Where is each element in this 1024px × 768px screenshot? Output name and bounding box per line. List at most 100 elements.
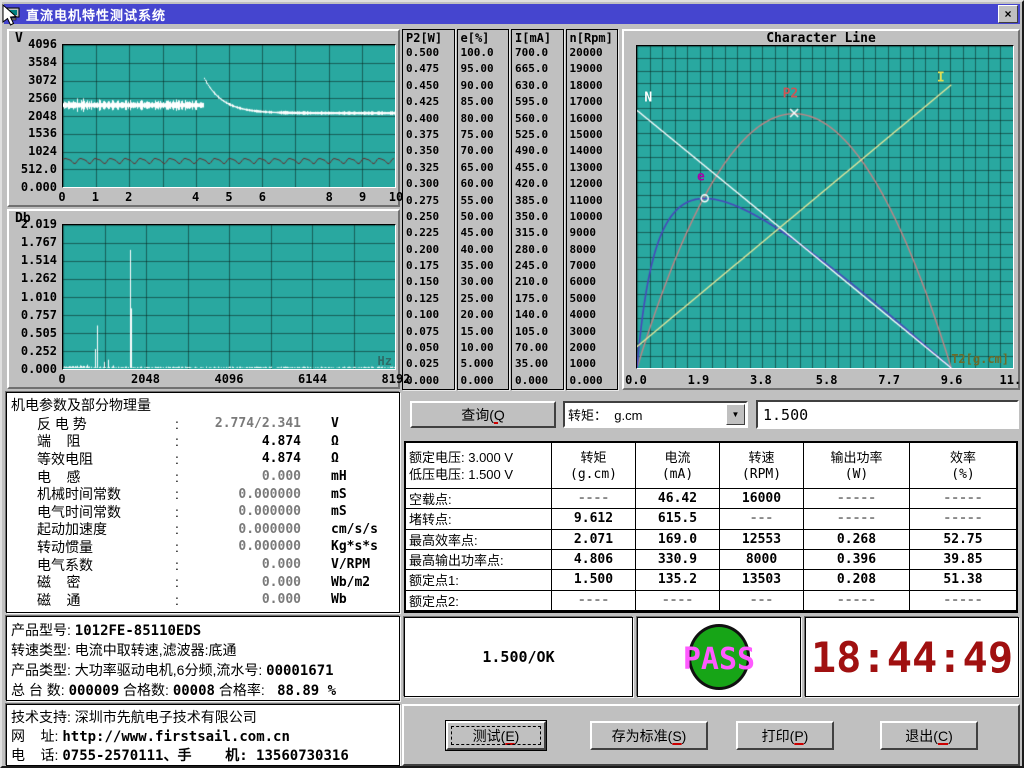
value-cell: ----- [804, 509, 910, 529]
scale-value: 75.00 [461, 129, 509, 140]
x-tick-label: 9.6 [941, 373, 963, 387]
scale-value: 0.250 [406, 211, 454, 222]
parameter-row: 电 感:0.000mH [7, 468, 399, 486]
column-unit: (mA) [662, 466, 693, 483]
scale-value: 2000 [570, 342, 618, 353]
row-label-cell: 空载点: [406, 489, 552, 509]
support-company-line: 技术支持: 深圳市先航电子技术有限公司 [7, 707, 399, 726]
cell-value: ---- [578, 593, 609, 608]
torque-unit-dropdown[interactable]: 转矩： g.cm ▼ [563, 401, 748, 428]
x-tick-label: 5 [225, 190, 232, 204]
scale-value: 0.075 [406, 326, 454, 337]
parameter-unit: Ω [331, 434, 339, 449]
scale-value: 105.0 [515, 326, 563, 337]
scope-v-xticks: 0124568910 [62, 189, 396, 204]
print-button-label: 打印(P) [762, 726, 809, 746]
y-tick-label: 0.000 [21, 362, 57, 376]
value-cell: 0.208 [804, 570, 910, 590]
scale-value: 525.0 [515, 129, 563, 140]
dropdown-value: 转矩： g.cm [565, 405, 726, 424]
scale-value: 0.175 [406, 260, 454, 271]
scale-value: 70.00 [515, 342, 563, 353]
scale-value: 0.125 [406, 293, 454, 304]
value-cell: ---- [552, 591, 636, 611]
value-cell: 12553 [720, 530, 804, 550]
parameter-colon: : [175, 416, 189, 432]
cell-value: 52.75 [943, 532, 982, 547]
parameter-value: 0.000 [189, 557, 301, 572]
character-chart-panel: Character Line NP2eI T2[g.cm] 0.01.93.85… [622, 29, 1020, 390]
scale-value: 630.0 [515, 80, 563, 91]
cell-value: 135.2 [658, 572, 697, 587]
scale-value: 0.400 [406, 113, 454, 124]
pass-fail-panel: PASS [637, 617, 801, 697]
scale-value: 13000 [570, 162, 618, 173]
spectrum-xticks: 02048409661448192 [62, 371, 396, 386]
value-cell: 169.0 [636, 530, 720, 550]
rated-voltage-text: 额定电压: 3.000 V [409, 449, 513, 466]
exit-button-label: 退出(C) [905, 726, 952, 746]
parameter-colon: : [175, 574, 189, 590]
scale-value: 60.00 [461, 178, 509, 189]
column-unit: (%) [951, 466, 974, 483]
exit-button[interactable]: 退出(C) [880, 721, 978, 750]
scale-value: 0.275 [406, 195, 454, 206]
window-title: 直流电机特性测试系统 [26, 5, 166, 24]
parameter-colon: : [175, 486, 189, 502]
parameter-value: 2.774/2.341 [189, 416, 301, 431]
save-standard-button[interactable]: 存为标准(S) [590, 721, 708, 750]
parameter-colon: : [175, 451, 189, 467]
query-button[interactable]: 查询(Q [410, 401, 556, 428]
parameter-colon: : [175, 521, 189, 537]
scale-value: 0.025 [406, 358, 454, 369]
spectrum-yticks: 2.0191.7671.5141.2621.0100.7570.5050.252… [9, 224, 59, 369]
voltage-header-cell: 额定电压: 3.000 V低压电压: 1.500 V [406, 443, 552, 489]
cell-value: 9.612 [574, 511, 613, 526]
clock-panel: 18:44:49 [805, 617, 1019, 697]
character-chart-canvas [637, 46, 1013, 368]
value-cell: ---- [636, 591, 720, 611]
print-button[interactable]: 打印(P) [736, 721, 834, 750]
column-header-cell: 电流(mA) [636, 443, 720, 489]
parameter-unit: mS [331, 487, 347, 502]
parameter-colon: : [175, 504, 189, 520]
parameter-value: 4.874 [189, 434, 301, 449]
scale-column-e[%]: e[%]100.095.0090.0085.0080.0075.0070.006… [457, 29, 510, 390]
chevron-down-icon[interactable]: ▼ [726, 404, 745, 425]
title-bar: 直流电机特性测试系统 × [4, 4, 1020, 24]
spectrum-plot: Hz [62, 224, 396, 370]
cell-value: ----- [837, 593, 876, 608]
cell-value: 2.071 [574, 532, 613, 547]
scale-value: 15000 [570, 129, 618, 140]
spectrum-panel: Db 2.0191.7671.5141.2621.0100.7570.5050.… [7, 209, 400, 389]
parameter-value: 0.000000 [189, 539, 301, 554]
cell-value: ----- [837, 491, 876, 506]
product-model-line: 产品型号: 1012FE-85110EDS [7, 620, 399, 640]
scale-value: 455.0 [515, 162, 563, 173]
close-button[interactable]: × [998, 5, 1018, 23]
x-tick-label: 2048 [131, 372, 160, 386]
value-cell: 13503 [720, 570, 804, 590]
column-unit: (g.cm) [570, 466, 617, 483]
x-tick-label: 4 [192, 190, 199, 204]
parameter-unit: mS [331, 504, 347, 519]
scale-value: 20.00 [461, 309, 509, 320]
column-name: 输出功率 [830, 449, 882, 466]
scale-value: 100.0 [461, 47, 509, 58]
scale-value: 50.00 [461, 211, 509, 222]
query-result-text: 1.500/OK [482, 648, 554, 666]
scale-value: 0.425 [406, 96, 454, 107]
scale-value: 35.00 [515, 358, 563, 369]
product-info-panel: 产品型号: 1012FE-85110EDS 转速类型: 电流中取转速,滤波器:底… [6, 616, 400, 701]
motor-parameters-panel: 机电参数及部分物理量 反 电 势:2.774/2.341V端 阻:4.874Ω等… [6, 392, 400, 613]
scale-column-n[Rpm]: n[Rpm]2000019000180001700016000150001400… [566, 29, 619, 390]
parameter-value: 0.000000 [189, 487, 301, 502]
parameter-value: 4.874 [189, 451, 301, 466]
x-tick-label: 0.0 [625, 373, 647, 387]
parameter-unit: V/RPM [331, 557, 370, 572]
torque-value-input[interactable] [756, 400, 1019, 429]
y-tick-label: 0.000 [21, 180, 57, 194]
parameter-row: 机械时间常数:0.000000mS [7, 485, 399, 503]
scale-value: 560.0 [515, 113, 563, 124]
test-button[interactable]: 测试(E) [446, 721, 546, 750]
